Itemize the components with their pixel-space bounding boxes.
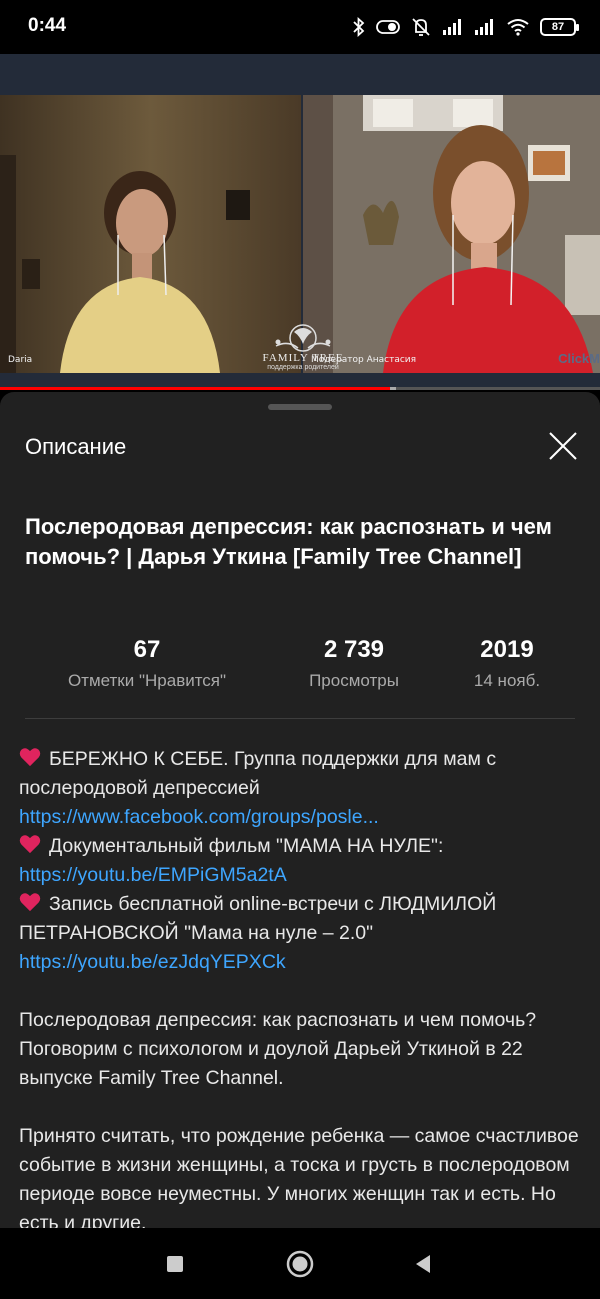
description-text: БЕРЕЖНО К СЕБЕ. Группа поддержки для мам…: [19, 745, 589, 1228]
description-item: Документальный фильм "МАМА НА НУЛЕ": htt…: [19, 832, 589, 890]
video-progress-bar[interactable]: [0, 387, 600, 390]
heart-icon: [19, 893, 41, 912]
views-count: 2 739: [323, 636, 385, 663]
tree-logo-icon: [275, 324, 331, 352]
description-item-text: Документальный фильм "МАМА НА НУЛЕ":: [49, 835, 444, 857]
publish-year: 2019: [480, 636, 534, 663]
family-tree-logo: FAMILY TREE поддержка родителей: [248, 322, 358, 388]
signal-icon: [442, 15, 464, 39]
date-stat: 2019 14 нояб.: [459, 634, 555, 694]
wifi-icon: [506, 15, 530, 39]
description-paragraph: Принято считать, что рождение ребенка — …: [19, 1125, 579, 1228]
back-triangle-icon: [416, 1255, 430, 1273]
drag-handle[interactable]: [268, 404, 332, 410]
video-top-band: [0, 54, 600, 95]
description-item: БЕРЕЖНО К СЕБЕ. Группа поддержки для мам…: [19, 745, 589, 832]
likes-label: Отметки "Нравится": [67, 671, 227, 690]
home-button[interactable]: [280, 1244, 320, 1284]
mute-icon: [410, 15, 432, 39]
recents-button[interactable]: [155, 1244, 195, 1284]
facebook-group-link[interactable]: https://www.facebook.com/groups/posle...: [19, 806, 379, 828]
navigation-bar: [0, 1228, 600, 1299]
home-circle-icon: [286, 1250, 314, 1278]
heart-icon: [19, 748, 41, 767]
signal-icon: [474, 15, 496, 39]
logo-subtitle: поддержка родителей: [267, 364, 339, 371]
panel-title: Описание: [25, 434, 127, 459]
battery-icon: 87: [540, 18, 579, 36]
bluetooth-icon: [352, 15, 366, 39]
back-button[interactable]: [403, 1244, 443, 1284]
toggle-icon: [376, 15, 400, 39]
video-title: Послеродовая депрессия: как распознать и…: [25, 514, 552, 569]
status-time: 0:44: [28, 15, 67, 36]
video-player[interactable]: Daria Модератор Анастасия FAMILY TREE по…: [0, 54, 600, 390]
description-item: Запись бесплатной online-встречи с ЛЮДМИ…: [19, 890, 589, 977]
likes-count: 67: [133, 636, 161, 663]
close-button[interactable]: [545, 428, 581, 464]
views-stat: 2 739 Просмотры: [279, 634, 429, 694]
description-item-text: БЕРЕЖНО К СЕБЕ. Группа поддержки для мам…: [19, 748, 497, 799]
video-stats: 67 Отметки "Нравится" 2 739 Просмотры 20…: [25, 634, 575, 694]
description-paragraph: Послеродовая депрессия: как распознать и…: [19, 1009, 537, 1089]
meeting-recording-link[interactable]: https://youtu.be/ezJdqYEPXCk: [19, 951, 286, 973]
square-icon: [167, 1256, 183, 1272]
description-item-text: Запись бесплатной online-встречи с ЛЮДМИ…: [19, 893, 497, 944]
watermark: ClickM: [558, 351, 600, 366]
publish-date: 14 нояб.: [473, 671, 541, 690]
description-panel: Описание Послеродовая депрессия: как рас…: [0, 392, 600, 1228]
likes-stat: 67 Отметки "Нравится": [55, 634, 239, 694]
status-icons: 87: [352, 14, 579, 40]
divider: [25, 718, 575, 719]
progress-fill: [0, 387, 390, 390]
views-label: Просмотры: [309, 671, 399, 690]
progress-buffer: [390, 387, 396, 390]
film-link[interactable]: https://youtu.be/EMPiGM5a2tA: [19, 864, 287, 886]
participant-name: Daria: [8, 355, 33, 365]
close-icon: [549, 432, 577, 460]
heart-icon: [19, 835, 41, 854]
status-bar: 0:44 87: [0, 0, 600, 54]
